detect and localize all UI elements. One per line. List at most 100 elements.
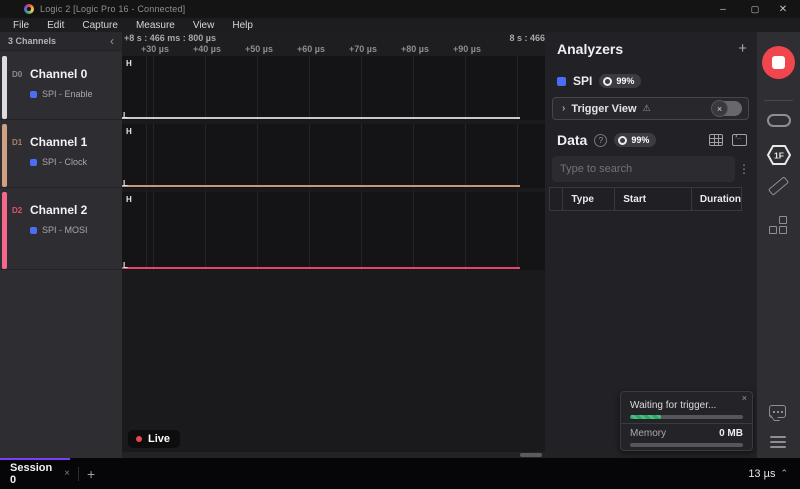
table-col-duration[interactable]: Duration (692, 188, 741, 210)
collapse-panel-icon[interactable]: ‹ (110, 34, 122, 48)
feedback-chat-icon[interactable] (769, 405, 786, 418)
channel-row-0[interactable]: D0 Channel 0 SPI - Enable (0, 56, 122, 120)
table-col-start[interactable]: Start (615, 188, 692, 210)
data-table-header: Type Start Duration (549, 187, 742, 211)
spi-progress-badge: 99% (599, 74, 642, 88)
measure-ruler-icon[interactable] (767, 176, 790, 196)
stop-capture-button[interactable] (762, 46, 795, 79)
analyzer-color-icon (557, 76, 566, 86)
trigger-progress-bar (630, 415, 743, 419)
add-analyzer-button[interactable]: + (738, 40, 747, 57)
channel-2-id: D2 (12, 206, 23, 215)
channel-2-analyzer-tag[interactable]: SPI - MOSI (30, 225, 88, 235)
add-session-button[interactable]: + (87, 466, 95, 482)
extensions-icon[interactable] (769, 216, 787, 234)
menu-help[interactable]: Help (223, 20, 262, 31)
signal-row-channel-1[interactable]: H L (122, 124, 545, 188)
analyzer-color-icon (30, 226, 37, 234)
timeline-tick: +30 µs (141, 44, 169, 54)
main-menu-icon[interactable] (770, 436, 786, 448)
channel-2-name: Channel 2 (30, 203, 88, 217)
menu-file[interactable]: File (4, 20, 38, 31)
close-window-button[interactable]: ✕ (772, 2, 794, 16)
channel-row-1[interactable]: D1 Channel 1 SPI - Clock (0, 124, 122, 188)
maximize-button[interactable]: ▢ (744, 2, 766, 16)
main-area: 3 Channels ‹ D0 Channel 0 SPI - Enable D… (0, 32, 800, 458)
bottom-bar: Session 0 × + 13 µs ⌃ (0, 458, 800, 489)
kebab-menu-icon[interactable]: ⋮ (735, 162, 753, 176)
title-bar: Logic 2 [Logic Pro 16 - Connected] – ▢ ✕ (0, 0, 800, 18)
time-window-display[interactable]: 13 µs ⌃ (748, 468, 800, 480)
app-logo-icon (24, 4, 34, 14)
terminal-view-icon[interactable] (732, 133, 747, 146)
help-icon[interactable]: ? (594, 133, 608, 147)
window-title: Logic 2 [Logic Pro 16 - Connected] (40, 4, 186, 14)
trigger-progress-fill (630, 415, 661, 419)
minimize-button[interactable]: – (712, 2, 734, 16)
analyzer-item-spi[interactable]: SPI 99% (557, 74, 642, 88)
high-level-label: H (126, 59, 132, 68)
stop-square-icon (772, 56, 785, 69)
chevron-right-icon[interactable]: › (562, 103, 565, 114)
right-sidebar: Analyzers + SPI 99% › Trigger View ⚠ × D… (545, 32, 757, 458)
timeline-tick: +70 µs (349, 44, 377, 54)
search-input[interactable] (552, 156, 735, 182)
trigger-view-row[interactable]: › Trigger View ⚠ × (552, 97, 749, 120)
toolbar-divider (764, 100, 793, 101)
menu-capture[interactable]: Capture (73, 20, 127, 31)
signal-row-channel-2[interactable]: H L (122, 192, 545, 270)
logic2-app-window: Logic 2 [Logic Pro 16 - Connected] – ▢ ✕… (0, 0, 800, 489)
memory-value: 0 MB (719, 428, 743, 439)
high-level-label: H (126, 195, 132, 204)
trigger-view-toggle[interactable]: × (711, 100, 742, 117)
data-title: Data (557, 132, 588, 148)
channels-panel: 3 Channels ‹ D0 Channel 0 SPI - Enable D… (0, 32, 122, 458)
timeline-tick: +80 µs (401, 44, 429, 54)
memory-progress-bar (630, 443, 743, 447)
channel-row-2[interactable]: D2 Channel 2 SPI - MOSI (0, 192, 122, 270)
timeline-ruler[interactable]: +8 s : 466 ms : 800 µs 8 s : 466 +30 µs … (122, 32, 545, 56)
signal-row-channel-0[interactable]: H L (122, 56, 545, 120)
close-session-icon[interactable]: × (64, 468, 70, 479)
table-view-icon[interactable] (709, 134, 723, 146)
trigger-settings-icon[interactable]: 1F (766, 144, 792, 166)
analyzer-color-icon (30, 158, 37, 166)
channels-panel-header: 3 Channels ‹ (0, 32, 122, 51)
channel-1-color-stripe (2, 124, 7, 187)
low-level-label: L (123, 261, 128, 270)
table-col-type[interactable]: Type (563, 188, 616, 210)
memory-label: Memory (630, 428, 667, 439)
device-settings-icon[interactable] (767, 114, 791, 127)
table-col-spacer (550, 188, 564, 210)
timeline-range-start: +8 s : 466 ms : 800 µs (124, 33, 216, 43)
low-level-label: L (123, 111, 128, 120)
analyzer-color-icon (30, 90, 37, 98)
session-tab[interactable]: Session 0 × (0, 458, 70, 489)
warning-icon: ⚠ (642, 103, 651, 113)
timeline-tick: +90 µs (453, 44, 481, 54)
analyzers-title: Analyzers (557, 40, 624, 57)
channel-0-name: Channel 0 (30, 67, 88, 81)
channel-1-name: Channel 1 (30, 135, 88, 149)
active-tab-accent (0, 458, 70, 460)
close-popup-icon[interactable]: × (742, 393, 747, 403)
scrollbar-thumb[interactable] (520, 453, 542, 457)
channel-0-signal-trace (122, 117, 520, 119)
svg-text:1F: 1F (774, 151, 784, 161)
channel-0-color-stripe (2, 56, 7, 119)
channel-1-analyzer-tag[interactable]: SPI - Clock (30, 157, 87, 167)
timeline-tick: +40 µs (193, 44, 221, 54)
side-toolbar: 1F (757, 32, 800, 458)
data-search-row: ⋮ (552, 156, 753, 182)
channel-1-signal-trace (122, 185, 520, 187)
trigger-status-popup: × Waiting for trigger... Memory 0 MB (620, 391, 753, 451)
trigger-status-message: Waiting for trigger... (630, 400, 717, 411)
menu-measure[interactable]: Measure (127, 20, 184, 31)
channel-0-analyzer-tag[interactable]: SPI - Enable (30, 89, 93, 99)
low-level-label: L (123, 179, 128, 188)
data-header: Data ? 99% (557, 132, 747, 148)
waveform-area[interactable]: +8 s : 466 ms : 800 µs 8 s : 466 +30 µs … (122, 32, 545, 458)
live-button[interactable]: Live (128, 430, 181, 448)
menu-edit[interactable]: Edit (38, 20, 73, 31)
menu-view[interactable]: View (184, 20, 224, 31)
